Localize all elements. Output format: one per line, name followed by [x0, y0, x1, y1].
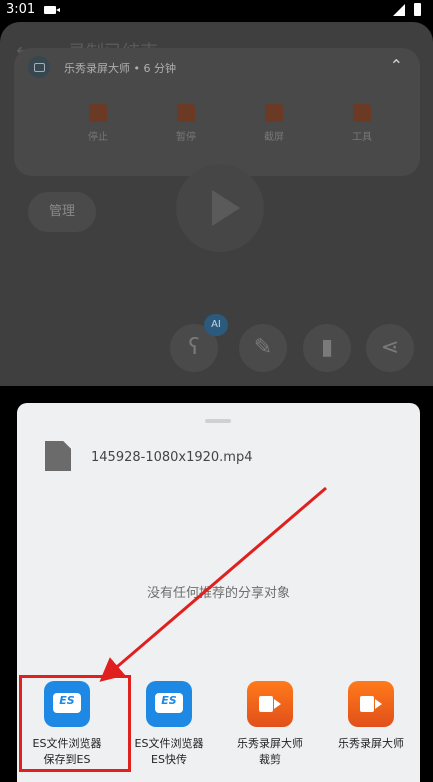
annotation-arrow	[99, 486, 327, 682]
